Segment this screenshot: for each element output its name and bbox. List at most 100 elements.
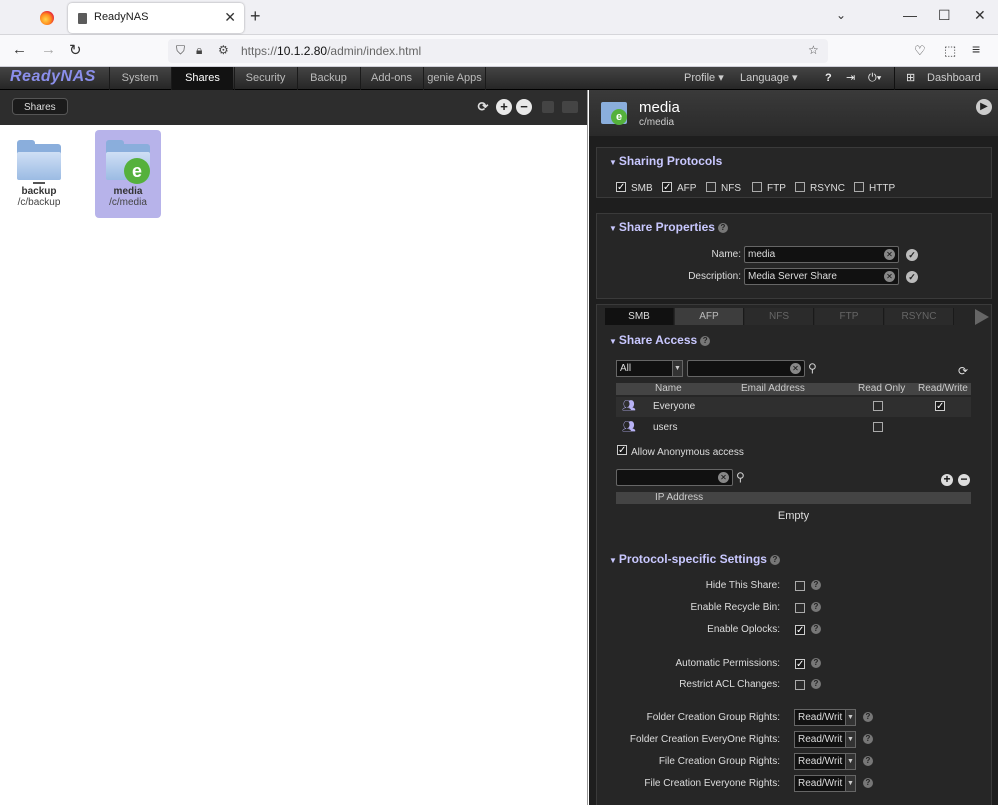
auto-permissions-checkbox[interactable]: ✓ bbox=[795, 659, 805, 670]
new-tab-icon[interactable]: + bbox=[250, 6, 261, 27]
dashboard-icon[interactable]: ⊞ bbox=[906, 67, 915, 90]
nfs-checkbox[interactable] bbox=[706, 182, 716, 192]
clear-icon[interactable]: ✕ bbox=[884, 249, 895, 260]
folder-group-rights-select[interactable]: Read/Writ ▼ bbox=[794, 709, 856, 726]
ip-search-input[interactable]: ✕ bbox=[616, 469, 733, 486]
refresh-icon[interactable]: ⟳ bbox=[958, 364, 968, 378]
section-title[interactable]: ▼ Share Properties? bbox=[609, 220, 728, 234]
search-icon[interactable]: ⚲ bbox=[736, 470, 745, 484]
menu-icon[interactable]: ≡ bbox=[972, 41, 980, 57]
tab-nfs[interactable]: NFS bbox=[745, 308, 814, 325]
power-icon[interactable]: ⏻▾ bbox=[868, 67, 881, 90]
ftp-checkbox[interactable] bbox=[752, 182, 762, 192]
row-name: users bbox=[653, 422, 678, 433]
clear-icon[interactable]: ✕ bbox=[884, 271, 895, 282]
firefox-icon[interactable] bbox=[40, 11, 54, 25]
detail-path: c/media bbox=[639, 117, 675, 128]
extensions-icon[interactable]: ⬚ bbox=[944, 43, 956, 59]
back-arrow-icon[interactable]: ← bbox=[12, 41, 27, 58]
dashboard-link[interactable]: Dashboard bbox=[927, 67, 981, 90]
help-icon[interactable]: ? bbox=[863, 712, 873, 722]
table-row[interactable]: 👥︎ users bbox=[616, 418, 971, 438]
nav-security[interactable]: Security bbox=[234, 67, 296, 90]
afp-checkbox[interactable]: ✓ bbox=[662, 182, 672, 193]
browser-tab[interactable]: ReadyNAS ✕ bbox=[68, 3, 244, 33]
help-icon[interactable]: ? bbox=[811, 602, 821, 612]
confirm-check-icon[interactable]: ✓ bbox=[906, 249, 918, 261]
access-filter-select[interactable]: All ▼ bbox=[616, 360, 683, 377]
anonymous-access-checkbox[interactable]: ✓ bbox=[617, 445, 627, 456]
remove-share-icon[interactable]: − bbox=[516, 99, 532, 115]
confirm-check-icon[interactable]: ✓ bbox=[906, 271, 918, 283]
tab-ftp[interactable]: FTP bbox=[815, 308, 884, 325]
next-arrow-icon[interactable]: ▶ bbox=[976, 99, 992, 115]
share-name-input[interactable]: media ✕ bbox=[744, 246, 899, 263]
remove-ip-icon[interactable]: − bbox=[958, 473, 970, 486]
help-icon[interactable]: ? bbox=[811, 658, 821, 668]
shield-icon[interactable]: ⛉ bbox=[176, 43, 185, 58]
pocket-icon[interactable]: ♡ bbox=[914, 43, 926, 59]
tab-scroll-arrow-icon[interactable] bbox=[975, 309, 989, 325]
http-checkbox[interactable] bbox=[854, 182, 864, 192]
chevron-down-icon[interactable]: ⌄ bbox=[836, 8, 846, 22]
smb-checkbox[interactable]: ✓ bbox=[616, 182, 626, 193]
help-icon[interactable]: ? bbox=[863, 734, 873, 744]
section-title[interactable]: ▼ Protocol-specific Settings? bbox=[609, 552, 780, 566]
oplocks-checkbox[interactable]: ✓ bbox=[795, 625, 805, 636]
add-ip-icon[interactable]: + bbox=[941, 473, 953, 486]
shares-button[interactable]: Shares bbox=[12, 98, 68, 115]
nav-backup[interactable]: Backup bbox=[297, 67, 359, 90]
bookmark-star-icon[interactable]: ☆ bbox=[808, 43, 819, 57]
help-icon[interactable]: ? bbox=[863, 778, 873, 788]
logout-icon[interactable]: ⇥ bbox=[846, 67, 855, 90]
read-write-checkbox[interactable]: ✓ bbox=[935, 401, 945, 412]
help-icon[interactable]: ? bbox=[825, 67, 832, 90]
settings-icon[interactable] bbox=[542, 101, 554, 113]
tab-smb[interactable]: SMB bbox=[605, 308, 674, 325]
lock-icon[interactable]: 🔒︎ bbox=[196, 43, 202, 58]
section-title[interactable]: ▼ Sharing Protocols bbox=[609, 154, 722, 168]
add-share-icon[interactable]: + bbox=[496, 99, 512, 115]
share-description-input[interactable]: Media Server Share ✕ bbox=[744, 268, 899, 285]
tab-afp[interactable]: AFP bbox=[675, 308, 744, 325]
nav-addons[interactable]: Add-ons bbox=[360, 67, 422, 90]
url-bar[interactable]: ⛉ 🔒︎ ⚙ https://10.1.2.80/admin/index.htm… bbox=[168, 39, 828, 63]
forward-arrow-icon[interactable]: → bbox=[41, 41, 56, 58]
recycle-bin-checkbox[interactable] bbox=[795, 603, 805, 613]
close-tab-icon[interactable]: ✕ bbox=[224, 9, 236, 26]
folder-everyone-rights-select[interactable]: Read/Writ ▼ bbox=[794, 731, 856, 748]
help-icon[interactable]: ? bbox=[811, 679, 821, 689]
profile-menu[interactable]: Profile ▾ bbox=[684, 67, 724, 90]
file-everyone-rights-select[interactable]: Read/Writ ▼ bbox=[794, 775, 856, 792]
nav-genie-apps[interactable]: genie Apps bbox=[423, 67, 486, 90]
access-search-input[interactable]: ✕ bbox=[687, 360, 805, 377]
table-row[interactable]: 👥︎ Everyone ✓ bbox=[616, 397, 971, 417]
share-item-backup[interactable]: backup /c/backup bbox=[6, 130, 72, 218]
window-close-icon[interactable]: ✕ bbox=[974, 7, 986, 24]
section-title[interactable]: ▼ Share Access? bbox=[609, 333, 711, 347]
nav-system[interactable]: System bbox=[109, 67, 170, 90]
refresh-icon[interactable]: ⟳ bbox=[475, 99, 491, 115]
clear-icon[interactable]: ✕ bbox=[718, 472, 729, 483]
share-item-media[interactable]: e media /c/media bbox=[95, 130, 161, 218]
read-only-checkbox[interactable] bbox=[873, 401, 883, 411]
help-icon[interactable]: ? bbox=[811, 580, 821, 590]
language-menu[interactable]: Language ▾ bbox=[740, 67, 798, 90]
folder-icon[interactable] bbox=[562, 101, 578, 113]
help-icon[interactable]: ? bbox=[863, 756, 873, 766]
help-icon[interactable]: ? bbox=[811, 624, 821, 634]
restrict-acl-checkbox[interactable] bbox=[795, 680, 805, 690]
hide-share-checkbox[interactable] bbox=[795, 581, 805, 591]
read-only-checkbox[interactable] bbox=[873, 422, 883, 432]
clear-icon[interactable]: ✕ bbox=[790, 363, 801, 374]
nav-shares[interactable]: Shares bbox=[171, 67, 233, 90]
search-icon[interactable]: ⚲ bbox=[808, 361, 817, 375]
permissions-icon[interactable]: ⚙ bbox=[218, 43, 229, 57]
rsync-checkbox[interactable] bbox=[795, 182, 805, 192]
file-group-rights-select[interactable]: Read/Writ ▼ bbox=[794, 753, 856, 770]
chevron-down-icon: ▼ bbox=[845, 754, 855, 769]
maximize-icon[interactable]: ☐ bbox=[938, 7, 951, 24]
tab-rsync[interactable]: RSYNC bbox=[885, 308, 954, 325]
reload-icon[interactable]: ↻ bbox=[69, 41, 82, 59]
minimize-icon[interactable]: — bbox=[903, 7, 917, 23]
